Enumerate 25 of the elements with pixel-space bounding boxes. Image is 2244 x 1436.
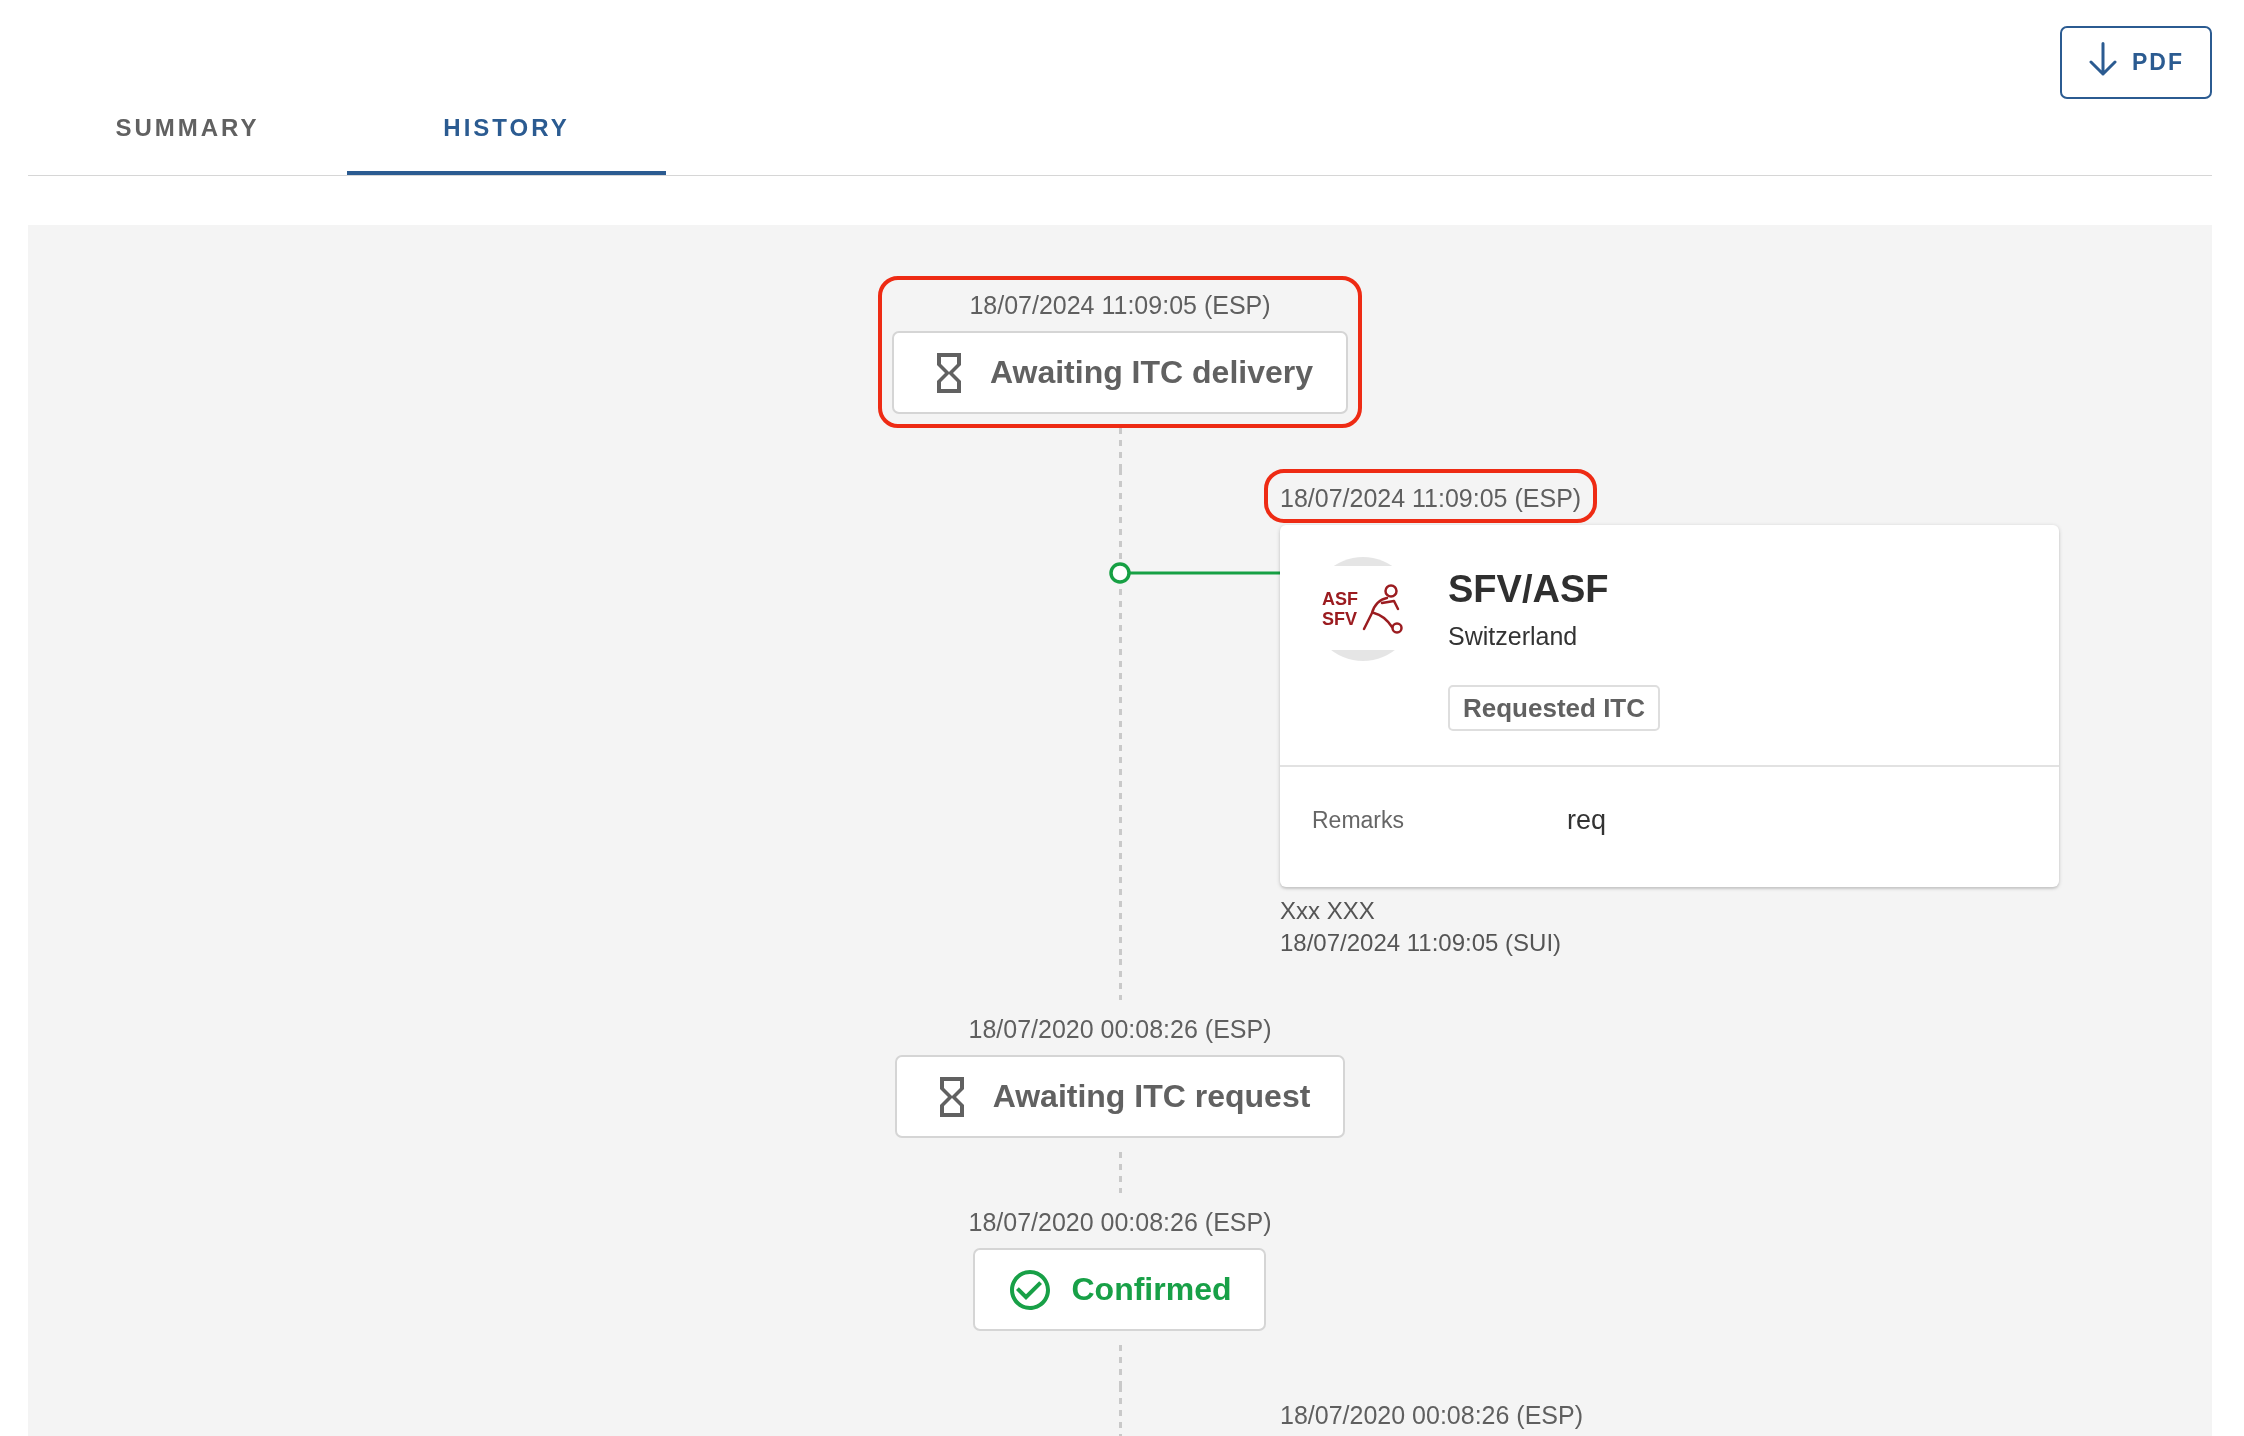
remarks-label: Remarks: [1312, 806, 1405, 835]
tab[interactable]: HISTORY: [347, 91, 666, 175]
remarks-value: req: [1567, 805, 1607, 835]
tab[interactable]: SUMMARY: [28, 91, 347, 175]
action-tag: Requested ITC: [1448, 685, 1661, 731]
status-text: Confirmed: [1071, 1271, 1232, 1308]
timeline-node-icon: [1109, 562, 1131, 584]
author-name: Xxx XXX: [1280, 896, 1376, 926]
down-arrow-icon: [2088, 41, 2118, 76]
pdf-button[interactable]: PDF: [2060, 26, 2212, 99]
event-timestamp: 18/07/2020 00:08:26 (ESP): [968, 1014, 1272, 1044]
club-name: SFV/ASF: [1448, 567, 1609, 612]
status-text: Awaiting ITC delivery: [989, 354, 1313, 391]
hourglass-icon: [939, 1076, 964, 1117]
event-timestamp: 18/07/2020 00:08:26 (ESP): [968, 1207, 1272, 1237]
logo-text: SFV: [1322, 609, 1358, 629]
status-text: Awaiting ITC request: [992, 1078, 1311, 1115]
country-name: Switzerland: [1448, 621, 1578, 651]
player-figure-icon: [1360, 583, 1404, 635]
logo-text: ASF: [1322, 589, 1358, 609]
event-timestamp: 18/07/2020 00:08:26 (ESP): [1280, 1400, 1583, 1430]
event-timestamp: 18/07/2024 11:09:05 (ESP): [1280, 483, 1582, 513]
hourglass-icon: [936, 352, 961, 393]
author-timestamp: 18/07/2024 11:09:05 (SUI): [1280, 928, 1563, 958]
event-timestamp: 18/07/2024 11:09:05 (ESP): [969, 290, 1271, 320]
